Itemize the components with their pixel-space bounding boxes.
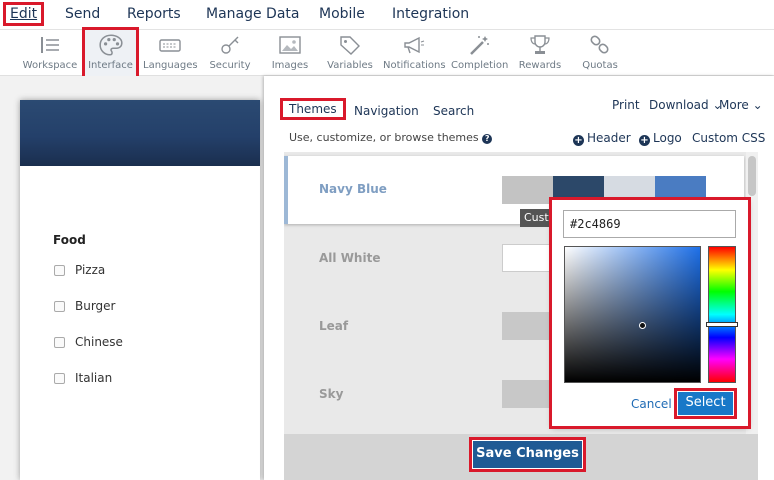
image-icon xyxy=(279,36,301,54)
custom-css-link[interactable]: Custom CSS xyxy=(692,131,765,145)
checkbox[interactable] xyxy=(54,373,65,384)
trophy-icon xyxy=(530,35,550,54)
menu-send[interactable]: Send xyxy=(65,6,100,22)
tool-workspace[interactable]: Workspace xyxy=(22,30,78,76)
toolbar: Workspace Interface Languages Security I… xyxy=(0,27,774,79)
hex-color-input[interactable] xyxy=(563,210,736,238)
tool-rewards[interactable]: Rewards xyxy=(515,30,565,76)
option-label: Italian xyxy=(75,371,113,385)
tool-images[interactable]: Images xyxy=(265,30,315,76)
tool-security[interactable]: Security xyxy=(205,30,255,76)
checkbox[interactable] xyxy=(54,265,65,276)
workspace-icon xyxy=(41,37,59,53)
megaphone-icon xyxy=(404,36,425,54)
tool-label: Images xyxy=(271,60,309,71)
option-label: Burger xyxy=(75,299,116,313)
checkbox[interactable] xyxy=(54,301,65,312)
add-header-link[interactable]: + Header xyxy=(573,131,631,146)
print-link[interactable]: Print xyxy=(612,98,640,112)
more-menu[interactable]: More ⌄ xyxy=(719,98,763,112)
tool-label: Languages xyxy=(143,60,198,71)
tool-label: Rewards xyxy=(518,60,562,71)
header-link-label: Header xyxy=(587,131,631,145)
tool-completion[interactable]: Completion xyxy=(451,30,509,76)
keyboard-icon xyxy=(159,39,181,52)
top-menu: Edit Send Reports Manage Data Mobile Int… xyxy=(0,0,774,30)
theme-name: Navy Blue xyxy=(319,182,387,196)
tool-label: Completion xyxy=(451,60,509,71)
magic-wand-icon xyxy=(470,36,489,55)
tool-languages[interactable]: Languages xyxy=(143,30,198,76)
subtitle-text: Use, customize, or browse themes xyxy=(289,131,479,144)
tag-icon xyxy=(340,36,360,55)
hue-slider[interactable] xyxy=(708,246,736,383)
key-icon xyxy=(221,36,239,54)
tool-notifications[interactable]: Notifications xyxy=(383,30,446,76)
cancel-button[interactable]: Cancel xyxy=(631,397,672,411)
tab-navigation[interactable]: Navigation xyxy=(354,104,419,118)
checkbox[interactable] xyxy=(54,337,65,348)
theme-name: Leaf xyxy=(319,319,349,333)
option-label: Pizza xyxy=(75,263,106,277)
menu-manage-data[interactable]: Manage Data xyxy=(206,6,300,22)
chevron-down-icon: ⌄ xyxy=(748,98,763,112)
menu-mobile[interactable]: Mobile xyxy=(319,6,365,22)
tool-label: Notifications xyxy=(383,60,446,71)
help-icon[interactable]: ? xyxy=(482,134,493,144)
menu-reports[interactable]: Reports xyxy=(127,6,181,22)
tool-label: Security xyxy=(209,60,251,71)
hue-slider-handle[interactable] xyxy=(706,322,738,327)
tool-label: Variables xyxy=(327,60,373,71)
survey-preview xyxy=(20,100,260,480)
save-changes-button[interactable]: Save Changes xyxy=(469,437,586,472)
color-cursor[interactable] xyxy=(639,322,646,329)
logo-link-label: Logo xyxy=(653,131,682,145)
tool-label: Quotas xyxy=(582,60,618,71)
plus-icon: + xyxy=(573,135,584,146)
select-button[interactable]: Select xyxy=(674,388,737,419)
plus-icon: + xyxy=(639,135,650,146)
preview-header xyxy=(20,100,260,166)
scrollbar-thumb[interactable] xyxy=(748,156,756,196)
saturation-value-area[interactable] xyxy=(564,246,701,383)
theme-name: Sky xyxy=(319,387,344,401)
add-logo-link[interactable]: + Logo xyxy=(639,131,682,146)
more-label: More xyxy=(719,98,749,112)
menu-edit[interactable]: Edit xyxy=(2,2,45,26)
question-title: Food xyxy=(53,233,86,247)
themes-subtitle: Use, customize, or browse themes ? xyxy=(289,131,493,144)
menu-integration[interactable]: Integration xyxy=(392,6,469,22)
palette-icon xyxy=(98,34,123,56)
tool-interface[interactable]: Interface xyxy=(82,27,139,79)
tool-label: Interface xyxy=(88,60,133,71)
tool-variables[interactable]: Variables xyxy=(325,30,375,76)
link-icon xyxy=(590,35,609,54)
download-label: Download xyxy=(649,98,709,112)
tab-themes[interactable]: Themes xyxy=(280,98,346,120)
tool-label: Workspace xyxy=(22,60,78,71)
option-label: Chinese xyxy=(75,335,123,349)
download-menu[interactable]: Download ⌄ xyxy=(649,98,723,112)
color-swatch[interactable] xyxy=(502,176,553,204)
tab-search[interactable]: Search xyxy=(433,104,474,118)
theme-name: All White xyxy=(319,251,381,265)
tool-quotas[interactable]: Quotas xyxy=(575,30,625,76)
